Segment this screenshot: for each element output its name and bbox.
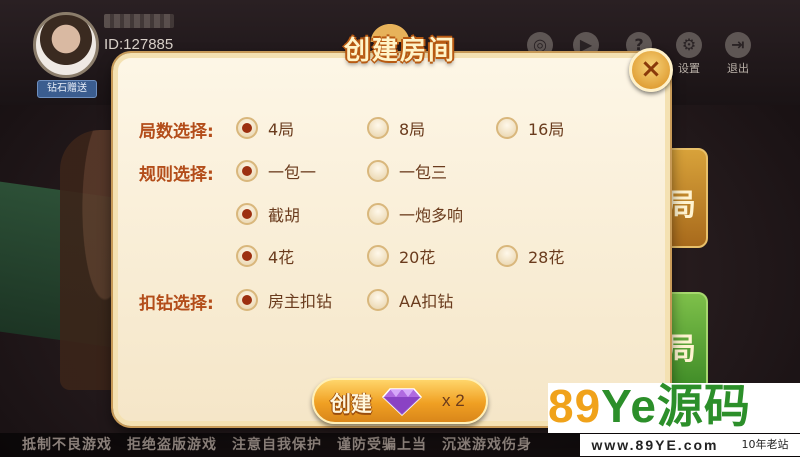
rule-pack-one[interactable]: 一包一 — [236, 159, 316, 183]
rounds-option-label: 4局 — [268, 120, 295, 139]
rule-flower-28[interactable]: 28花 — [496, 244, 564, 268]
create-room-button[interactable]: 创建 x 2 — [312, 378, 488, 424]
diamond-owner-pays[interactable]: 房主扣钻 — [236, 288, 332, 312]
rule-flower-20[interactable]: 20花 — [367, 244, 435, 268]
close-icon: × — [640, 54, 662, 84]
settings-label: 设置 — [678, 62, 700, 75]
rounds-option-label: 16局 — [528, 120, 565, 139]
rule-pack-three[interactable]: 一包三 — [367, 159, 447, 183]
gear-icon: ⚙ — [676, 32, 702, 58]
diamond-mode-label: 扣钻选择: — [139, 294, 214, 314]
rule-option-label: 一炮多响 — [399, 206, 464, 225]
exit-button[interactable]: ⇥ 退出 — [721, 32, 755, 76]
rule-option-label: 截胡 — [268, 206, 301, 225]
radio-unselected-icon — [367, 289, 389, 311]
diamond-aa-split[interactable]: AA扣钻 — [367, 288, 453, 312]
create-cost: x 2 — [442, 391, 465, 410]
exit-icon: ⇥ — [725, 32, 751, 58]
rule-multi-win[interactable]: 一炮多响 — [367, 202, 463, 226]
radio-selected-icon — [236, 245, 258, 267]
rules-label: 规则选择: — [139, 165, 214, 185]
rule-jiehu[interactable]: 截胡 — [236, 202, 300, 226]
rule-option-label: 4花 — [268, 248, 295, 267]
settings-button[interactable]: ⚙ 设置 — [672, 32, 706, 76]
radio-selected-icon — [236, 203, 258, 225]
player-id: ID:127885 — [104, 36, 174, 53]
radio-unselected-icon — [367, 160, 389, 182]
rounds-label: 局数选择: — [139, 122, 214, 142]
rounds-option-16[interactable]: 16局 — [496, 116, 564, 140]
radio-unselected-icon — [496, 117, 518, 139]
exit-label: 退出 — [727, 62, 749, 75]
rounds-option-8[interactable]: 8局 — [367, 116, 425, 140]
player-avatar[interactable] — [33, 12, 99, 78]
diamond-option-label: AA扣钻 — [399, 292, 454, 311]
diamond-option-label: 房主扣钻 — [268, 292, 333, 311]
rule-flower-4[interactable]: 4花 — [236, 244, 294, 268]
rule-option-label: 一包一 — [268, 163, 317, 182]
radio-selected-icon — [236, 160, 258, 182]
join-room-card-label: 局 — [666, 188, 696, 223]
radio-unselected-icon — [496, 245, 518, 267]
create-button-label: 创建 — [330, 392, 372, 416]
dialog-title: 创建房间 — [343, 36, 456, 66]
watermark-logo-text: Ye源码 — [601, 380, 751, 432]
rounds-option-label: 8局 — [399, 120, 426, 139]
rule-option-label: 一包三 — [399, 163, 448, 182]
rule-option-label: 28花 — [528, 248, 565, 267]
diamond-icon — [382, 388, 422, 417]
radio-unselected-icon — [367, 117, 389, 139]
player-name-blurred — [104, 14, 174, 28]
create-room-card-label: 局 — [666, 332, 696, 367]
watermark-logo: 89Ye源码 — [548, 380, 751, 432]
close-button[interactable]: × — [629, 48, 673, 92]
radio-unselected-icon — [367, 203, 389, 225]
watermark-tag: 10年老站 — [730, 434, 800, 456]
rounds-option-4[interactable]: 4局 — [236, 116, 294, 140]
create-room-dialog — [113, 53, 670, 426]
radio-selected-icon — [236, 117, 258, 139]
watermark-logo-number: 89 — [548, 380, 602, 432]
radio-selected-icon — [236, 289, 258, 311]
watermark-url: www.89YE.com — [580, 434, 730, 456]
rule-option-label: 20花 — [399, 248, 436, 267]
diamond-gift-button[interactable]: 钻石赠送 — [37, 80, 97, 98]
radio-unselected-icon — [367, 245, 389, 267]
